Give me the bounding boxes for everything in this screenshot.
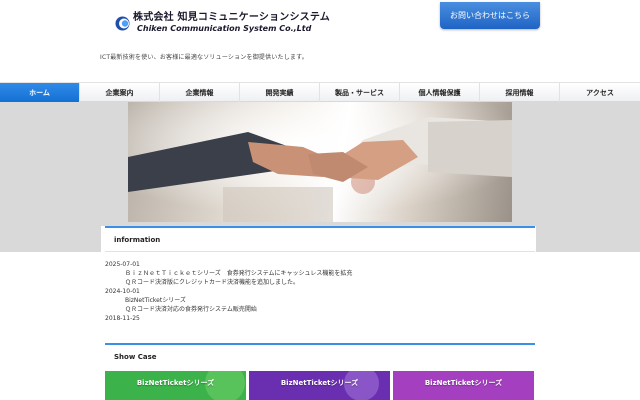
nav-item-access[interactable]: アクセス xyxy=(560,83,640,102)
main-nav: ホーム 企業案内 企業情報 開発実績 製品・サービス 個人情報保護 採用情報 ア… xyxy=(0,82,640,102)
showcase-card-label: BizNetTicketシリーズ xyxy=(424,379,503,387)
nav-item-home[interactable]: ホーム xyxy=(0,83,80,102)
showcase-card[interactable]: BizNetTicketシリーズ xyxy=(105,371,246,400)
nav-item-privacy[interactable]: 個人情報保護 xyxy=(400,83,480,102)
information-section: information 2025-07-01 ＢｉｚＮｅｔＴｉｃｋｅｔシリーズ … xyxy=(101,226,536,330)
company-name-en: Chiken Communication System Co.,Ltd xyxy=(137,24,312,33)
news-line[interactable]: ＢｉｚＮｅｔＴｉｃｋｅｔシリーズ 食券発行システムにキャッシュレス機能を拡充 xyxy=(105,269,535,278)
news-line: ＱＲコード決済版にクレジットカード決済機能を追加しました。 xyxy=(125,279,300,286)
nav-item-products[interactable]: 製品・サービス xyxy=(320,83,400,102)
tagline: ICT最新技術を使い、お客様に最適なソリューションを御提供いたします。 xyxy=(100,54,308,61)
company-name-jp: 株式会社 知見コミュニケーションシステム xyxy=(133,12,330,23)
company-logo[interactable]: 株式会社 知見コミュニケーションシステム Chiken Communicatio… xyxy=(115,12,330,34)
nav-item-development[interactable]: 開発実績 xyxy=(240,83,320,102)
showcase-card[interactable]: BizNetTicketシリーズ xyxy=(249,371,390,400)
showcase-title: Show Case xyxy=(114,353,157,361)
nav-item-company-info[interactable]: 企業情報 xyxy=(160,83,240,102)
showcase-card-label: BizNetTicketシリーズ xyxy=(280,379,359,387)
news-line[interactable]: BizNetTicketシリーズ xyxy=(105,296,535,305)
news-date: 2024-10-01 xyxy=(105,288,140,295)
news-list[interactable]: 2025-07-01 ＢｉｚＮｅｔＴｉｃｋｅｔシリーズ 食券発行システムにキャッ… xyxy=(105,260,535,326)
contact-button[interactable]: お問い合わせはこちら xyxy=(440,2,540,29)
showcase-card-label: BizNetTicketシリーズ xyxy=(136,379,215,387)
news-date: 2025-07-01 xyxy=(105,261,140,268)
nav-item-recruit[interactable]: 採用情報 xyxy=(480,83,560,102)
showcase-section: Show Case BizNetTicketシリーズ BizNetTicketシ… xyxy=(101,343,536,400)
news-line: ＱＲコード決済対応の食券発行システム販売開始 xyxy=(125,306,257,313)
hero-image xyxy=(128,102,512,222)
nav-item-company-guide[interactable]: 企業案内 xyxy=(80,83,160,102)
logo-mark-icon xyxy=(115,16,130,31)
information-title: information xyxy=(105,228,535,252)
news-date: 2018-11-25 xyxy=(105,315,140,322)
site-header: 株式会社 知見コミュニケーションシステム Chiken Communicatio… xyxy=(0,0,640,82)
showcase-card[interactable]: BizNetTicketシリーズ xyxy=(393,371,534,400)
